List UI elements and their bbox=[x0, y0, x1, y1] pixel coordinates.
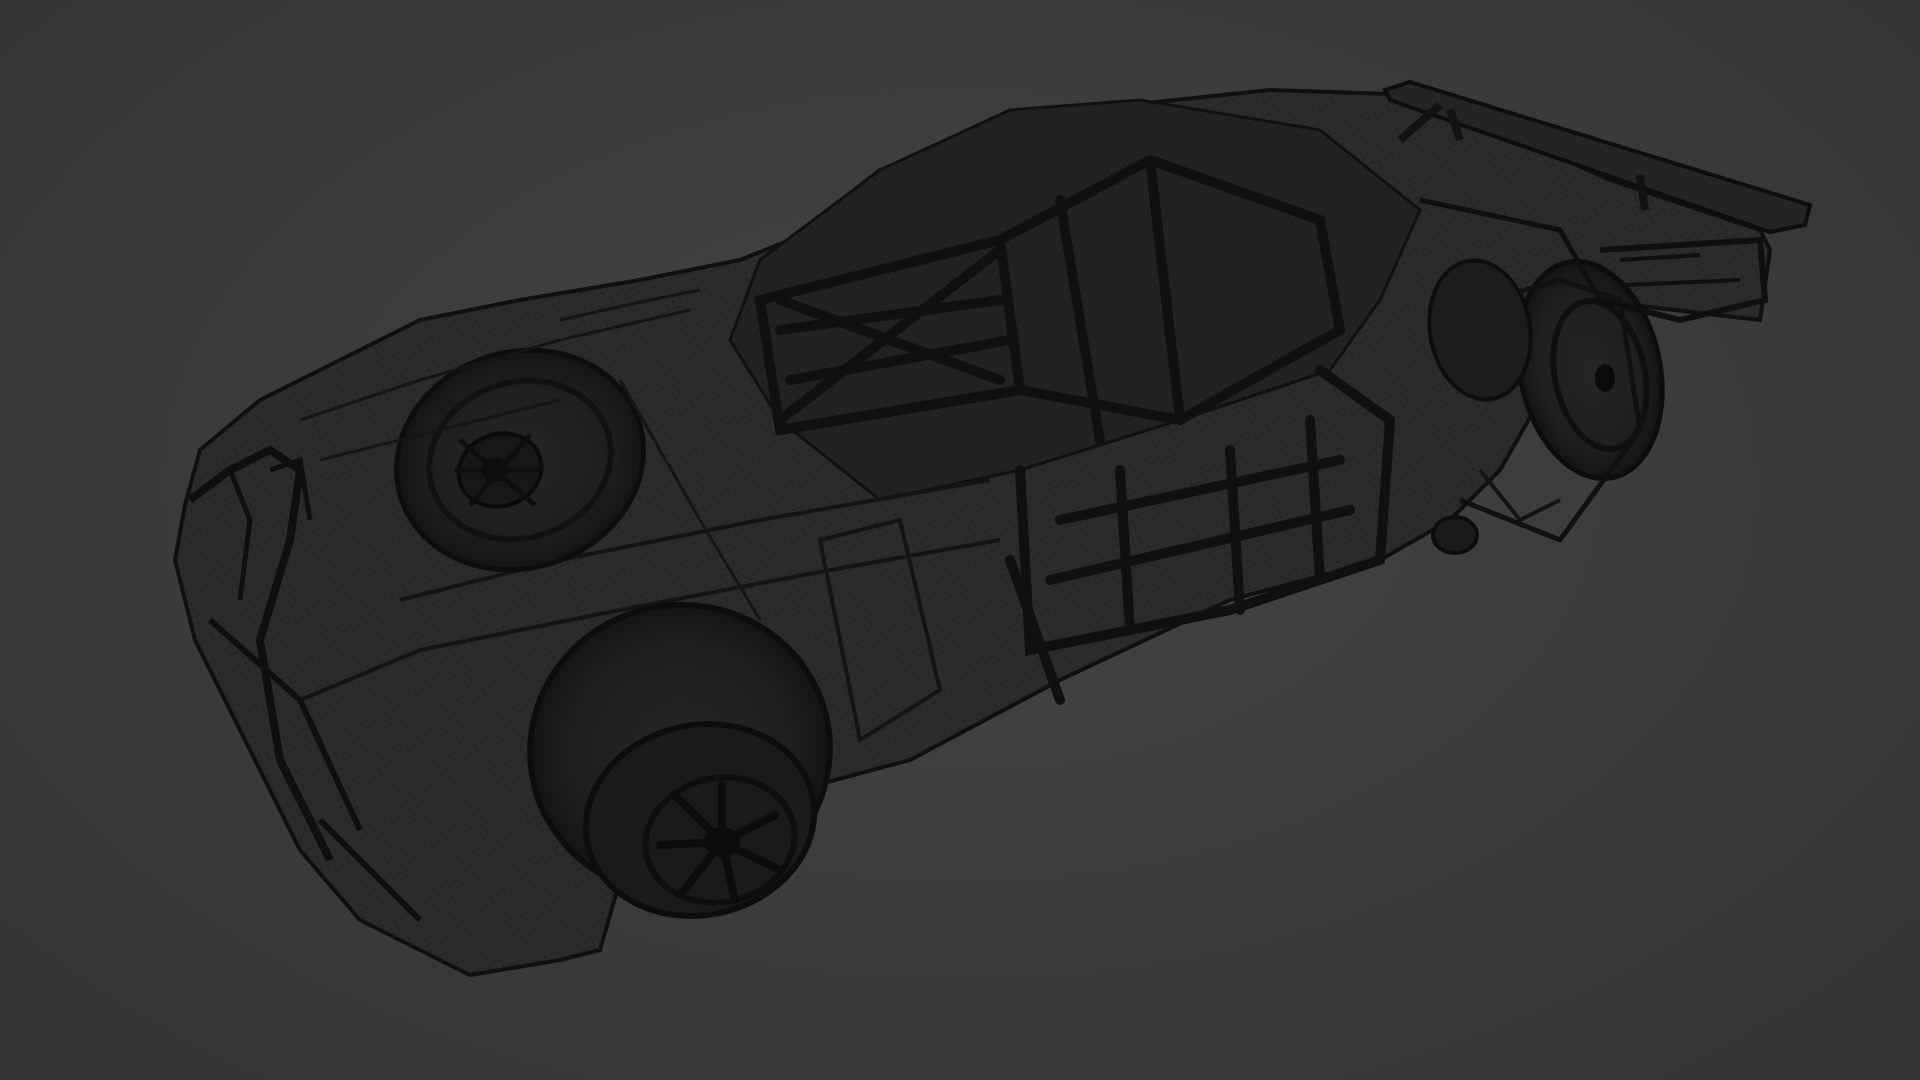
3d-viewport[interactable] bbox=[0, 0, 1920, 1080]
car-wireframe-render bbox=[172, 79, 1813, 978]
